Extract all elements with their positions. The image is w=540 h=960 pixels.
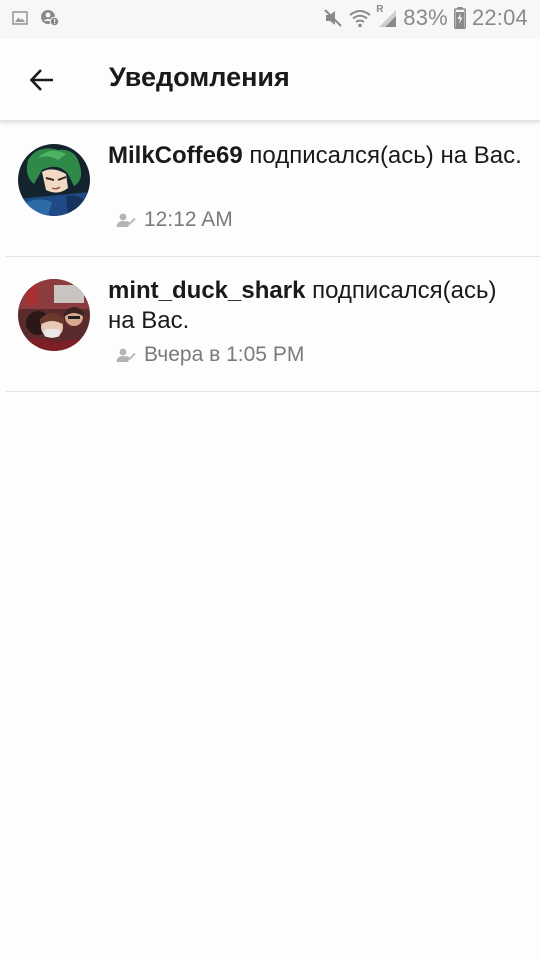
battery-percent: 83% [403, 5, 448, 30]
back-button[interactable] [22, 60, 62, 100]
page-title: Уведомления [109, 62, 290, 92]
mute-icon [323, 8, 343, 28]
username[interactable]: MilkCoffe69 [108, 142, 243, 169]
notification-list: MilkCoffe69 подписался(ась) на Вас. 12:1… [0, 122, 540, 392]
notification-time: 12:12 AM [144, 208, 233, 231]
account-alert-icon [40, 9, 60, 27]
clock: 22:04 [471, 5, 528, 30]
notification-meta: 12:12 AM [116, 208, 233, 232]
image-icon [12, 11, 28, 25]
battery-charging-icon [453, 7, 466, 29]
notification-message: подписался(ась) на Вас. [242, 142, 522, 169]
wifi-icon [349, 8, 371, 28]
person-check-icon [116, 212, 136, 228]
notification-text: mint_duck_shark подписался(ась) на Вас. [108, 276, 528, 336]
notification-time: Вчера в 1:05 PM [144, 343, 305, 366]
app-bar: Уведомления [0, 38, 540, 121]
status-bar: R 83% 22:04 [0, 0, 540, 38]
notification-item[interactable]: MilkCoffe69 подписался(ась) на Вас. 12:1… [6, 122, 540, 257]
roaming-indicator: R [376, 4, 384, 15]
avatar[interactable] [18, 144, 90, 216]
notification-text: MilkCoffe69 подписался(ась) на Вас. [108, 141, 528, 171]
avatar[interactable] [18, 279, 90, 351]
notification-meta: Вчера в 1:05 PM [116, 343, 304, 367]
signal-icon: R [376, 4, 397, 28]
notification-item[interactable]: mint_duck_shark подписался(ась) на Вас. … [6, 257, 540, 392]
person-check-icon [116, 347, 136, 363]
username[interactable]: mint_duck_shark [108, 277, 305, 304]
arrow-left-icon [29, 68, 55, 92]
